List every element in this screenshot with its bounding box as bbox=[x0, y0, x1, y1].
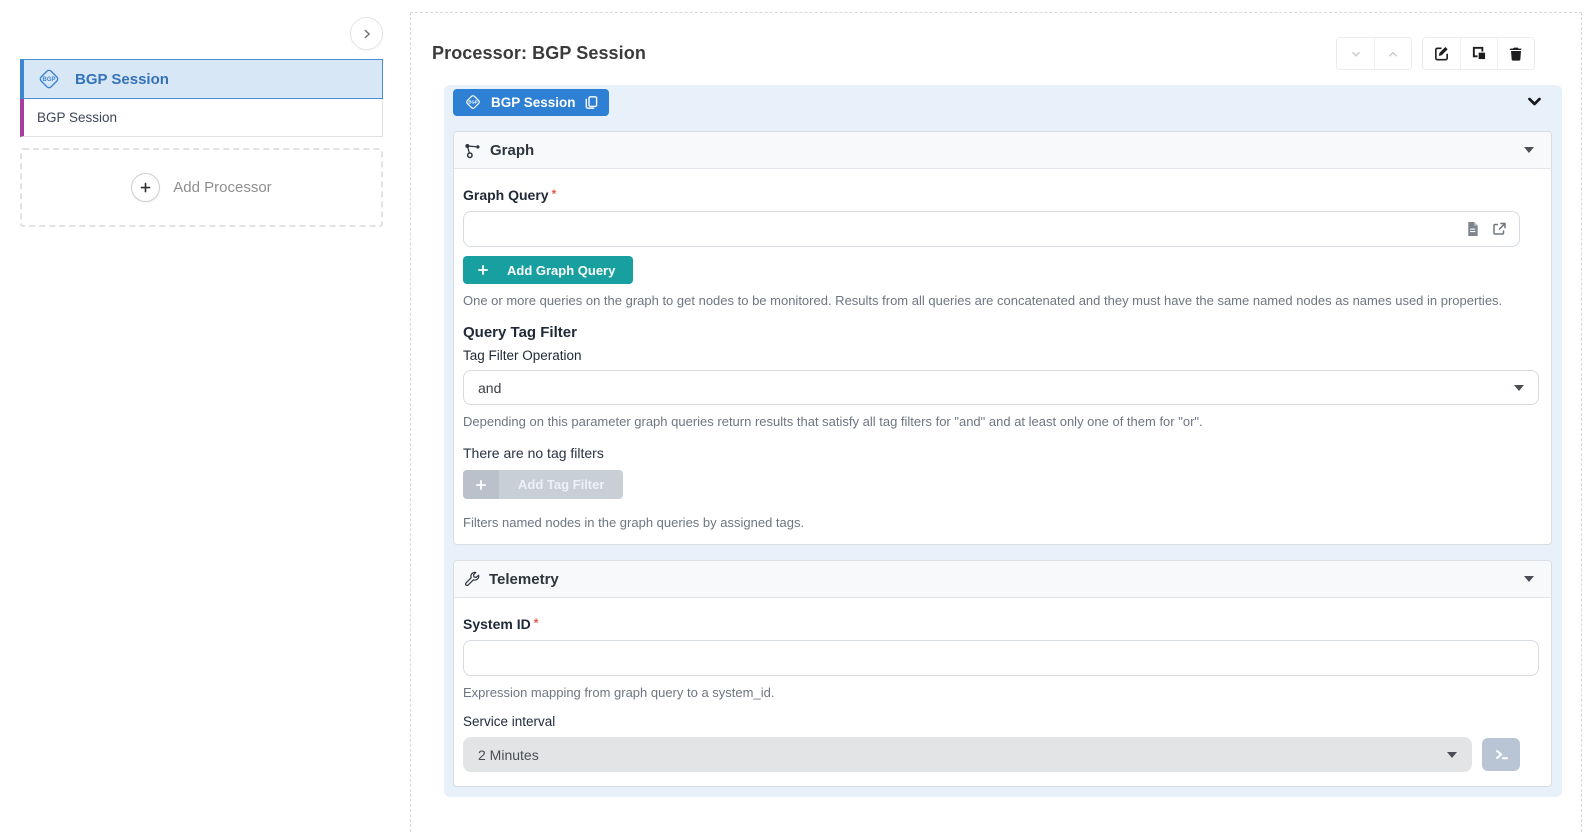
bgp-badge-icon: BGP bbox=[463, 92, 483, 112]
caret-down-icon bbox=[1524, 147, 1534, 153]
chevron-down-icon bbox=[1348, 46, 1364, 62]
telemetry-section-body: System ID* Expression mapping from graph… bbox=[454, 598, 1551, 786]
edit-button[interactable] bbox=[1423, 38, 1460, 69]
graph-section-title: Graph bbox=[490, 142, 534, 159]
chevron-right-icon bbox=[360, 27, 374, 41]
external-link-icon[interactable] bbox=[1491, 221, 1507, 237]
service-interval-label: Service interval bbox=[463, 714, 1539, 729]
action-button-group bbox=[1422, 37, 1535, 70]
system-id-label: System ID* bbox=[463, 616, 1539, 632]
app-root: BGP BGP Session BGP Session Add Processo… bbox=[0, 0, 1594, 790]
add-processor-button[interactable]: Add Processor bbox=[20, 148, 383, 227]
no-tag-filters-text: There are no tag filters bbox=[463, 445, 1539, 461]
graph-query-help: One or more queries on the graph to get … bbox=[463, 293, 1539, 308]
delete-button[interactable] bbox=[1497, 38, 1534, 69]
add-tag-filter-button[interactable]: Add Tag Filter bbox=[463, 470, 623, 499]
duplicate-button[interactable] bbox=[1460, 38, 1497, 69]
trash-icon bbox=[1508, 46, 1524, 62]
tag-filter-help: Filters named nodes in the graph queries… bbox=[463, 515, 1539, 530]
graph-section: Graph Graph Query* bbox=[453, 131, 1552, 545]
plus-icon bbox=[477, 264, 489, 276]
expression-console-button[interactable] bbox=[1482, 738, 1520, 771]
processor-toolbar bbox=[1336, 37, 1535, 70]
sidebar-top bbox=[20, 0, 383, 59]
terminal-icon bbox=[1493, 746, 1510, 763]
caret-down-icon bbox=[1447, 752, 1457, 758]
bgp-icon-label: BGP bbox=[42, 77, 55, 83]
edit-icon bbox=[1433, 45, 1450, 62]
chevron-up-icon bbox=[1385, 46, 1401, 62]
service-interval-select[interactable]: 2 Minutes bbox=[463, 737, 1472, 772]
copy-name-icon[interactable] bbox=[584, 95, 599, 110]
bgp-session-panel-header: BGP BGP Session bbox=[444, 85, 1562, 119]
plus-icon bbox=[131, 173, 160, 202]
telemetry-section-title: Telemetry bbox=[489, 571, 559, 588]
graph-query-label-text: Graph Query bbox=[463, 187, 549, 203]
processor-stage-label: BGP Session bbox=[37, 110, 117, 125]
reorder-button-group bbox=[1336, 37, 1412, 70]
tag-filter-operation-value: and bbox=[478, 380, 501, 396]
plus-icon bbox=[463, 470, 499, 499]
service-interval-row: 2 Minutes bbox=[463, 737, 1520, 772]
tag-filter-operation-select[interactable]: and bbox=[463, 370, 1539, 405]
telemetry-section-header[interactable]: Telemetry bbox=[454, 561, 1551, 598]
add-graph-query-label: Add Graph Query bbox=[507, 263, 615, 278]
move-up-button[interactable] bbox=[1374, 38, 1411, 69]
graph-query-input-wrap bbox=[463, 211, 1520, 247]
system-id-input-wrap bbox=[463, 640, 1539, 676]
add-processor-label: Add Processor bbox=[173, 179, 271, 196]
bold-chevron-down-icon bbox=[1526, 95, 1543, 109]
tag-filter-operation-label: Tag Filter Operation bbox=[463, 348, 1539, 363]
move-down-button[interactable] bbox=[1337, 38, 1374, 69]
duplicate-icon bbox=[1471, 45, 1488, 62]
caret-down-icon bbox=[1524, 576, 1534, 582]
graph-section-header[interactable]: Graph bbox=[454, 132, 1551, 169]
required-marker: * bbox=[552, 187, 557, 201]
system-id-input[interactable] bbox=[464, 641, 1526, 675]
graph-icon bbox=[464, 142, 481, 159]
service-interval-value: 2 Minutes bbox=[478, 747, 539, 763]
processor-card-title: BGP Session bbox=[75, 71, 169, 88]
telemetry-section: Telemetry System ID* Expression mapping … bbox=[453, 560, 1552, 787]
system-id-help: Expression mapping from graph query to a… bbox=[463, 685, 1539, 700]
processor-badge[interactable]: BGP BGP Session bbox=[453, 89, 609, 116]
bgp-session-panel-body: Graph Graph Query* bbox=[444, 119, 1562, 787]
graph-query-input[interactable] bbox=[464, 212, 1465, 246]
bgp-badge-icon-label: BGP bbox=[468, 100, 477, 105]
panel-header: Processor: BGP Session bbox=[432, 37, 1562, 70]
page-title: Processor: BGP Session bbox=[432, 43, 646, 64]
graph-section-body: Graph Query* bbox=[454, 169, 1551, 544]
add-graph-query-button[interactable]: Add Graph Query bbox=[463, 256, 633, 284]
add-tag-filter-label: Add Tag Filter bbox=[499, 470, 623, 499]
processor-badge-label: BGP Session bbox=[491, 95, 576, 110]
processor-card-header[interactable]: BGP BGP Session bbox=[20, 59, 383, 99]
required-marker: * bbox=[534, 616, 539, 630]
sidebar-expand-button[interactable] bbox=[350, 17, 383, 50]
processors-sidebar: BGP BGP Session BGP Session Add Processo… bbox=[0, 0, 410, 790]
bgp-session-panel: BGP BGP Session bbox=[444, 85, 1562, 797]
caret-down-icon bbox=[1514, 385, 1524, 391]
graph-query-input-icons bbox=[1465, 221, 1507, 237]
tag-filter-operation-help: Depending on this parameter graph querie… bbox=[463, 414, 1539, 429]
processor-card: BGP BGP Session BGP Session bbox=[20, 59, 383, 137]
query-tag-filter-heading: Query Tag Filter bbox=[463, 324, 1539, 341]
wrench-icon bbox=[464, 571, 480, 587]
bgp-processor-icon: BGP bbox=[35, 65, 63, 93]
file-text-icon[interactable] bbox=[1465, 221, 1480, 237]
processor-stage-row[interactable]: BGP Session bbox=[20, 99, 383, 137]
collapse-panel-button[interactable] bbox=[1526, 95, 1543, 109]
processor-detail-panel: Processor: BGP Session bbox=[410, 12, 1582, 832]
graph-query-label: Graph Query* bbox=[463, 187, 1539, 203]
system-id-label-text: System ID bbox=[463, 616, 531, 632]
